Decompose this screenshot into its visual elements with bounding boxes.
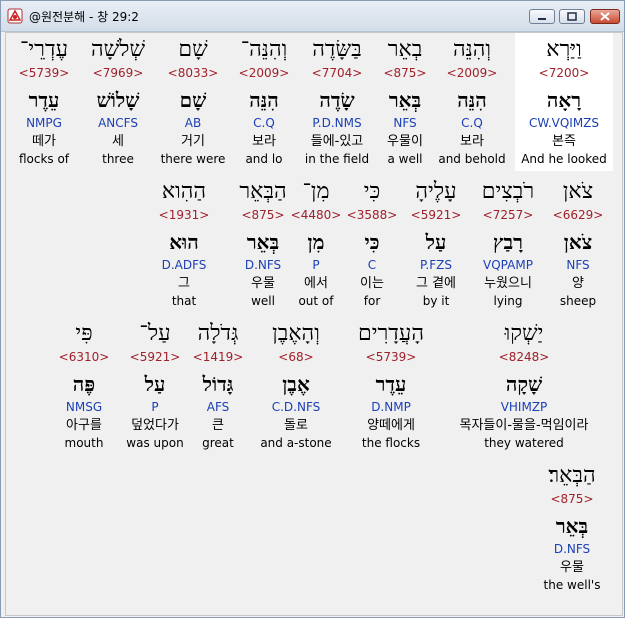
parse-code: D.ADFS	[161, 258, 207, 272]
english-gloss: mouth	[64, 436, 104, 450]
strong-number: <6310>	[58, 350, 110, 364]
app-window: @원전분해 - 창 29:2 וַיַּרְא <7200> רָאָה CW.VQI…	[0, 0, 625, 618]
korean-gloss: 목자들이-물을-먹임이라	[459, 418, 589, 433]
hebrew-word: פִּי	[75, 321, 93, 346]
strong-number: <875>	[550, 492, 594, 506]
maximize-button[interactable]	[559, 9, 585, 24]
interlinear-panel: וַיַּרְא <7200> רָאָה CW.VQIMZS 본즉 And he loo…	[5, 32, 623, 616]
close-button[interactable]	[590, 9, 620, 24]
lemma-word: הוּא	[169, 230, 199, 254]
english-gloss: that	[171, 294, 197, 308]
parse-code: NMPG	[26, 116, 62, 130]
parse-code: NMSG	[65, 400, 103, 414]
korean-gloss: 우물	[560, 560, 584, 575]
parse-code: D.NFS	[553, 542, 591, 556]
window-title: @원전분해 - 창 29:2	[29, 10, 139, 24]
lemma-word: עֵדֶר	[28, 88, 60, 112]
korean-gloss: 그	[178, 276, 190, 291]
word-column[interactable]: הַבְּאֵר׃ <875> בְּאֵר D.NFS 우물 the well's	[497, 461, 625, 593]
strong-number: <8248>	[498, 350, 550, 364]
hebrew-word: הַהִוא	[161, 179, 207, 204]
lemma-word: בְּאֵר	[555, 514, 589, 538]
title-bar[interactable]: @원전분해 - 창 29:2	[1, 1, 624, 32]
minimize-button[interactable]	[529, 9, 555, 24]
english-gloss: they watered	[484, 436, 564, 450]
hebrew-word: הַבְּאֵר׃	[548, 463, 596, 488]
word-column[interactable]: עֶדְרֵי־ <5739> עֵדֶר NMPG 떼가 flocks of	[0, 35, 119, 167]
word-column[interactable]: פִּי <6310> פֶּה NMSG 아구를 mouth	[9, 319, 159, 451]
korean-gloss: 떼가	[32, 134, 56, 149]
hebrew-word: עֶדְרֵי־	[19, 37, 69, 62]
strong-number: <5739>	[18, 66, 70, 80]
korean-gloss: 아구를	[66, 418, 102, 433]
english-gloss: flocks of	[18, 152, 70, 166]
parse-code: VHIMZP	[500, 400, 548, 414]
lemma-word: פֶּה	[72, 372, 96, 396]
english-gloss: the well's	[543, 578, 601, 592]
word-column[interactable]: הַהִוא <1931> הוּא D.ADFS 그 that	[109, 177, 259, 309]
app-icon	[7, 8, 23, 24]
word-column[interactable]: יַשְׁקוּ <8248> שָׁקָה VHIMZP 목자들이-물을-먹임이라 th…	[449, 319, 599, 451]
strong-number: <1931>	[158, 208, 210, 222]
lemma-word: שָׁקָה	[505, 372, 543, 396]
hebrew-word: יַשְׁקוּ	[504, 321, 544, 346]
